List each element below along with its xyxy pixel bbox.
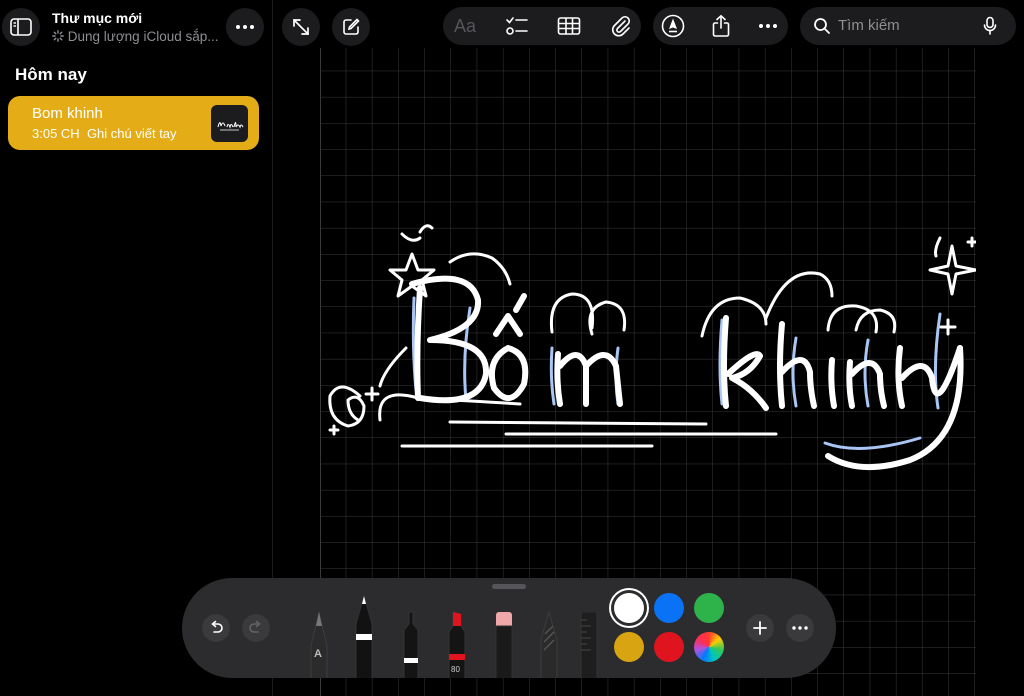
marker-label: 80 [451, 665, 460, 674]
color-swatch-red[interactable] [654, 632, 684, 662]
tool-palette: A 80 [182, 578, 836, 678]
expand-arrows-icon [293, 19, 309, 35]
note-thumbnail [211, 105, 248, 142]
note-title: Bom khinh [32, 105, 103, 122]
marker-tool[interactable]: 80 [445, 610, 469, 678]
ellipsis-icon [759, 24, 777, 28]
fineliner-icon [403, 611, 419, 678]
search-icon [814, 18, 830, 34]
ruler-icon [580, 611, 598, 678]
eraser-tool[interactable] [492, 610, 516, 678]
lasso-icon [540, 610, 558, 678]
share-icon [712, 14, 730, 37]
palette-more-button[interactable] [786, 614, 814, 642]
ellipsis-icon [792, 626, 808, 630]
checklist-button[interactable] [505, 14, 529, 38]
add-tool-button[interactable] [746, 614, 774, 642]
folder-more-button[interactable] [226, 8, 264, 46]
plus-icon [753, 621, 767, 635]
checklist-icon [506, 17, 528, 35]
pencil-label: A [314, 648, 322, 660]
markup-button[interactable] [661, 14, 685, 38]
redo-button[interactable] [242, 614, 270, 642]
color-picker-wheel[interactable] [694, 632, 724, 662]
text-format-button[interactable]: Aa [454, 16, 476, 37]
loading-spinner-icon [52, 30, 64, 42]
icloud-status-text: Dung lượng iCloud sắp... [67, 29, 219, 44]
pen-icon [355, 594, 373, 678]
note-list-item[interactable]: Bom khinh 3:05 CH Ghi chú viết tay [8, 96, 259, 150]
redo-icon [249, 620, 261, 633]
section-header-today: Hôm nay [15, 65, 87, 84]
table-button[interactable] [557, 14, 581, 38]
undo-icon [211, 620, 223, 633]
color-swatch-green[interactable] [694, 593, 724, 623]
paperclip-icon [612, 15, 631, 37]
handwriting-thumbnail [217, 121, 244, 131]
search-field[interactable]: Tìm kiếm [800, 7, 1016, 45]
pen-tip-circle-icon [661, 14, 685, 38]
table-icon [557, 17, 581, 35]
icloud-status: Dung lượng iCloud sắp... [52, 29, 219, 44]
note-time: 3:05 CH [32, 126, 80, 141]
fineliner-tool[interactable] [400, 610, 422, 678]
format-toolbar: Aa [443, 7, 641, 45]
color-swatch-blue[interactable] [654, 593, 684, 623]
lasso-tool[interactable] [537, 610, 561, 678]
share-button[interactable] [709, 14, 733, 38]
microphone-icon[interactable] [983, 16, 997, 36]
ellipsis-icon [236, 25, 254, 29]
sidebar-toggle-button[interactable] [2, 8, 40, 46]
note-meta: 3:05 CH Ghi chú viết tay [32, 126, 177, 141]
ruler-tool[interactable] [579, 611, 599, 678]
pencil-a-icon [310, 611, 328, 678]
new-note-button[interactable] [332, 8, 370, 46]
monoline-pencil-tool[interactable]: A [307, 610, 331, 678]
undo-button[interactable] [202, 614, 230, 642]
compose-icon [343, 18, 360, 35]
note-type: Ghi chú viết tay [86, 126, 177, 141]
sidebar-icon [10, 18, 32, 36]
palette-grabber[interactable] [492, 584, 526, 589]
fullscreen-button[interactable] [282, 8, 320, 46]
search-placeholder: Tìm kiếm [838, 17, 900, 34]
attachment-button[interactable] [609, 14, 633, 38]
color-swatch-yellow[interactable] [614, 632, 644, 662]
folder-title: Thư mục mới [52, 10, 143, 26]
eraser-icon [495, 612, 513, 678]
pen-tool[interactable] [352, 594, 376, 678]
markup-toolbar [653, 7, 788, 45]
color-swatch-white[interactable] [614, 593, 644, 623]
note-more-button[interactable] [756, 14, 780, 38]
